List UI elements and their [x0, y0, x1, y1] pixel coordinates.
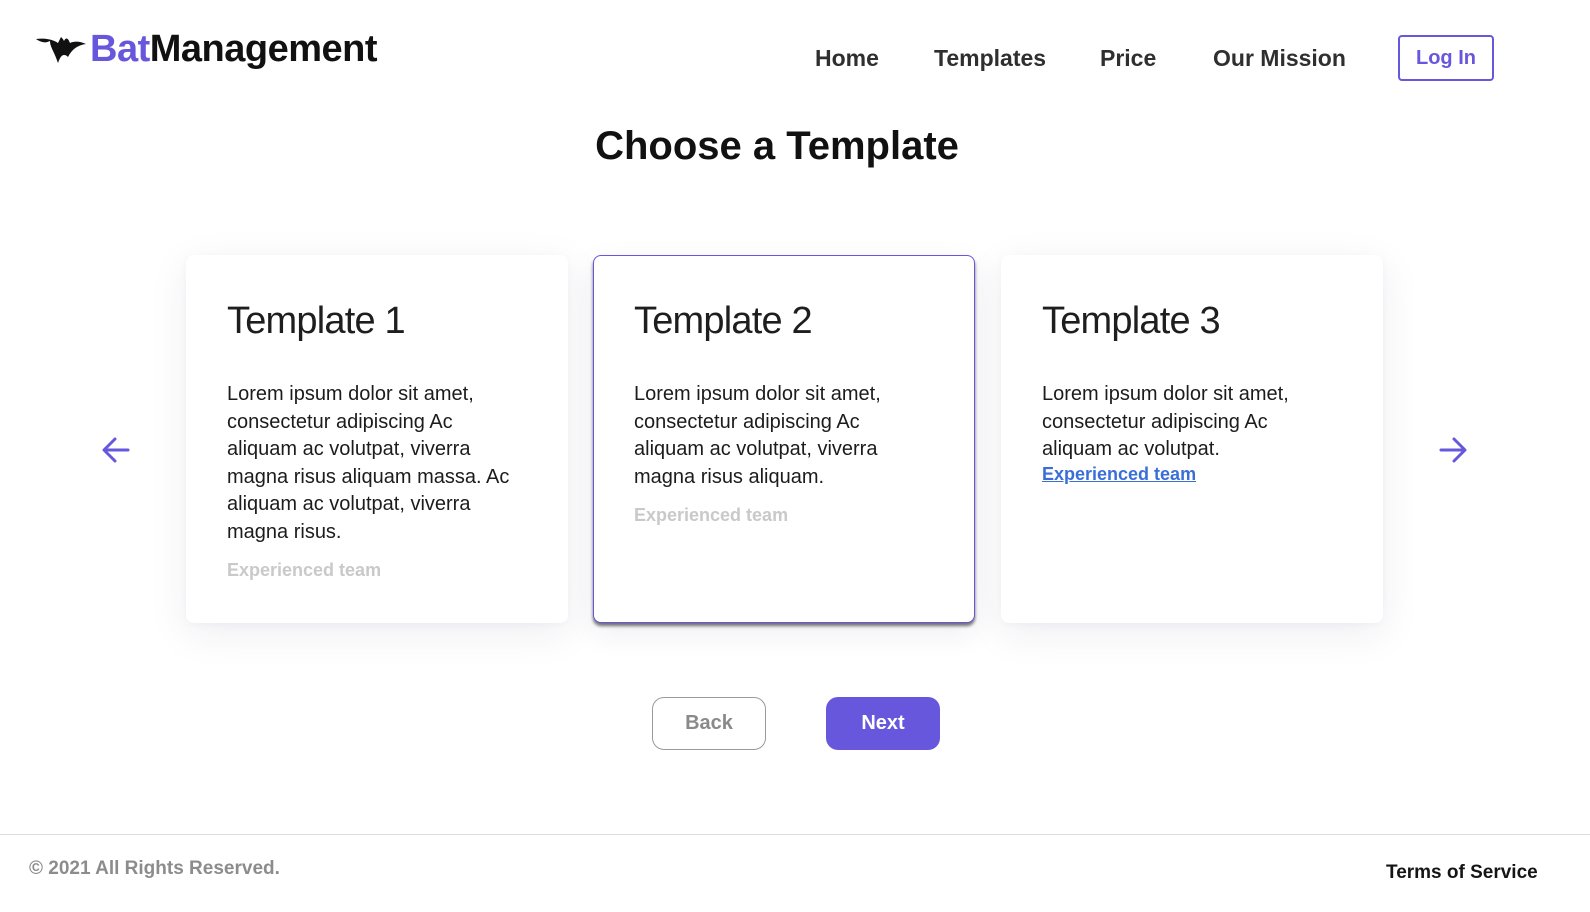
brand-name-part-1: Bat: [90, 28, 150, 70]
nav-item-our-mission[interactable]: Our Mission: [1213, 45, 1346, 72]
nav-item-home[interactable]: Home: [815, 45, 879, 72]
copyright-text: © 2021 All Rights Reserved.: [29, 858, 280, 879]
brand-logo[interactable]: BatManagement: [36, 28, 378, 71]
card-tag-link[interactable]: Experienced team: [1042, 464, 1196, 484]
card-title: Template 3: [1042, 300, 1221, 342]
page: BatManagement Home Templates Price Our M…: [0, 0, 1590, 912]
arrow-left-icon[interactable]: [100, 434, 132, 466]
card-description: Lorem ipsum dolor sit amet, consectetur …: [1042, 383, 1289, 460]
card-tag: Experienced team: [634, 505, 789, 525]
nav-item-templates[interactable]: Templates: [934, 45, 1046, 72]
next-button[interactable]: Next: [826, 697, 940, 750]
terms-of-service-link[interactable]: Terms of Service: [1386, 862, 1538, 884]
arrow-right-icon[interactable]: [1437, 434, 1469, 466]
card-description: Lorem ipsum dolor sit amet, consectetur …: [634, 383, 881, 488]
back-button[interactable]: Back: [652, 697, 766, 750]
template-card-3[interactable]: Template 3 Lorem ipsum dolor sit amet, c…: [1001, 255, 1383, 623]
card-description: Lorem ipsum dolor sit amet, consectetur …: [227, 383, 510, 543]
page-title: Choose a Template: [595, 124, 959, 168]
log-in-button[interactable]: Log In: [1398, 35, 1494, 81]
brand-name-part-2: Management: [149, 28, 378, 70]
bat-icon: [36, 35, 86, 65]
nav-item-price[interactable]: Price: [1100, 45, 1156, 72]
footer-divider: [0, 834, 1590, 835]
card-tag: Experienced team: [227, 560, 382, 580]
card-title: Template 1: [227, 300, 406, 342]
template-card-1[interactable]: Template 1 Lorem ipsum dolor sit amet, c…: [186, 255, 568, 623]
template-card-2-selected[interactable]: Template 2 Lorem ipsum dolor sit amet, c…: [593, 255, 975, 623]
card-title: Template 2: [634, 300, 813, 342]
